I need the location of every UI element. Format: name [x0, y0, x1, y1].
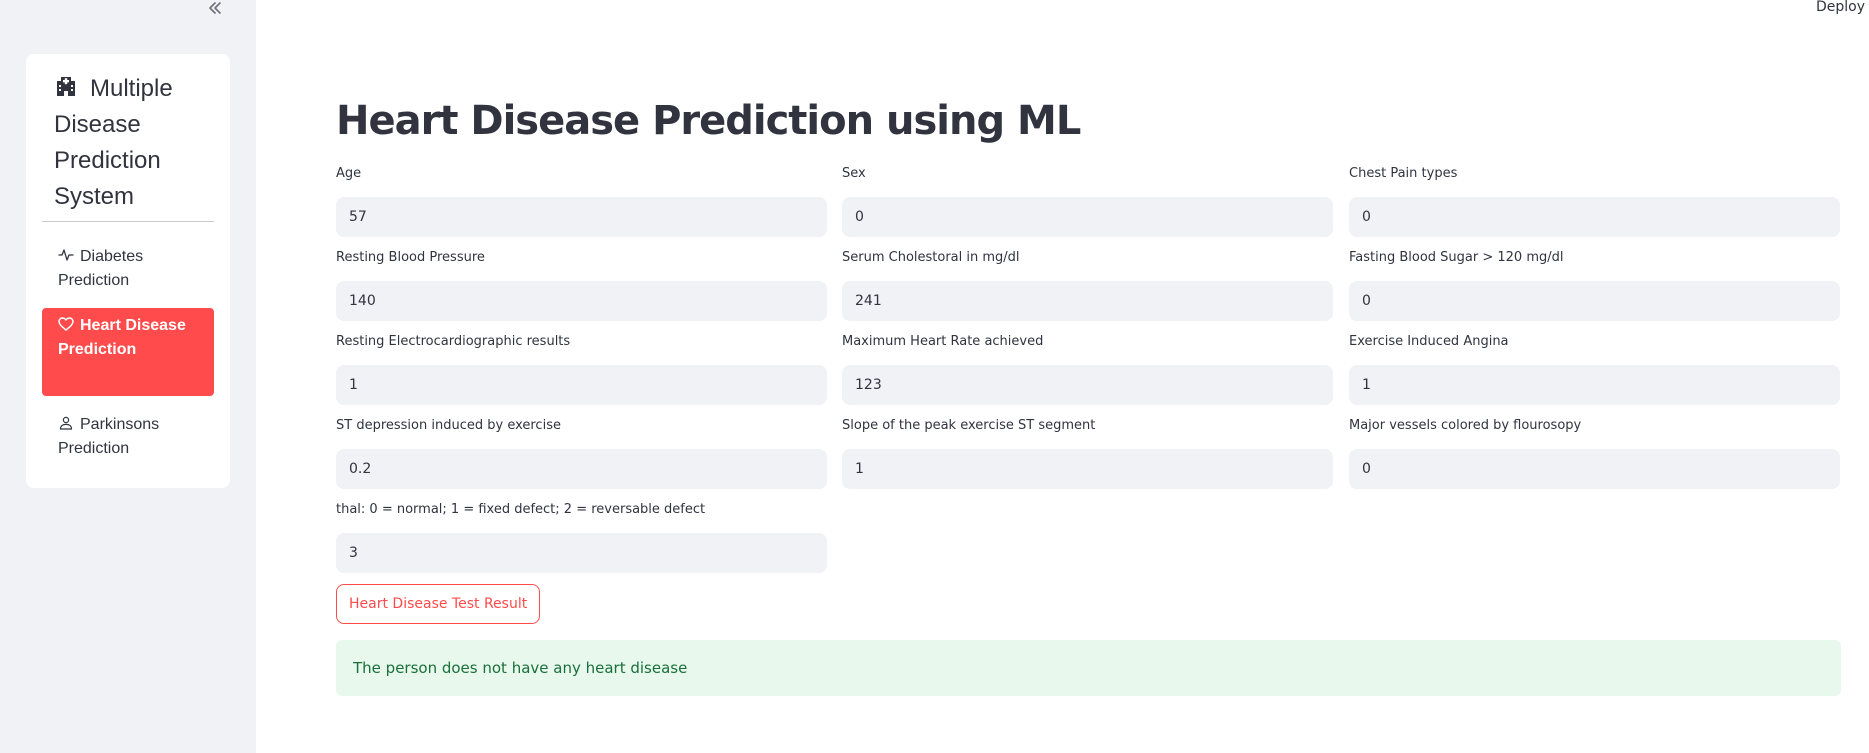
page-title: Heart Disease Prediction using ML [336, 98, 1081, 144]
field-sex: Sex [842, 165, 1333, 237]
deploy-button[interactable]: Deploy [1816, 0, 1865, 15]
field-label: Fasting Blood Sugar > 120 mg/dl [1349, 250, 1564, 265]
st-slope-input[interactable] [842, 449, 1333, 489]
cholesterol-input[interactable] [842, 281, 1333, 321]
st-depression-input[interactable] [336, 449, 827, 489]
double-chevron-left-icon [209, 2, 221, 14]
field-max-heart-rate: Maximum Heart Rate achieved [842, 333, 1333, 405]
field-chest-pain: Chest Pain types [1349, 165, 1840, 237]
sex-input[interactable] [842, 197, 1333, 237]
field-label: Resting Electrocardiographic results [336, 334, 571, 349]
sidebar-collapse-button[interactable] [204, 0, 226, 19]
field-label: Serum Cholestoral in mg/dl [842, 250, 1020, 265]
field-age: Age [336, 165, 827, 237]
age-input[interactable] [336, 197, 827, 237]
resting-bp-input[interactable] [336, 281, 827, 321]
heart-disease-test-result-button[interactable]: Heart Disease Test Result [336, 584, 541, 624]
field-label: Exercise Induced Angina [1349, 334, 1509, 349]
field-label: Maximum Heart Rate achieved [842, 334, 1044, 349]
menu-divider [42, 221, 214, 222]
field-major-vessels: Major vessels colored by flourosopy [1349, 417, 1840, 489]
menu-title: Multiple Disease Prediction System [54, 71, 214, 215]
chest-pain-input[interactable] [1349, 197, 1840, 237]
major-vessels-input[interactable] [1349, 449, 1840, 489]
person-icon [59, 416, 73, 430]
exercise-angina-input[interactable] [1349, 365, 1840, 405]
activity-icon [58, 249, 74, 261]
field-label: thal: 0 = normal; 1 = fixed defect; 2 = … [336, 502, 706, 517]
field-fasting-blood-sugar: Fasting Blood Sugar > 120 mg/dl [1349, 249, 1840, 321]
field-st-depression: ST depression induced by exercise [336, 417, 827, 489]
sidebar-item-parkinsons[interactable]: Parkinsons Prediction [42, 411, 214, 463]
fasting-blood-sugar-input[interactable] [1349, 281, 1840, 321]
field-cholesterol: Serum Cholestoral in mg/dl [842, 249, 1333, 321]
heart-icon [58, 317, 74, 331]
sidebar-item-diabetes[interactable]: Diabetes Prediction [42, 243, 214, 295]
hospital-icon [57, 77, 75, 96]
resting-ecg-input[interactable] [336, 365, 827, 405]
thal-input[interactable] [336, 533, 827, 573]
field-thal: thal: 0 = normal; 1 = fixed defect; 2 = … [336, 501, 827, 573]
option-menu: Multiple Disease Prediction System Diabe… [26, 54, 230, 488]
field-label: Sex [842, 166, 866, 181]
result-message: The person does not have any heart disea… [353, 659, 688, 677]
success-alert: The person does not have any heart disea… [336, 640, 1841, 696]
field-label: Age [336, 166, 362, 181]
sidebar-item-label: Heart Disease Prediction [58, 317, 186, 358]
sidebar-item-heart-disease[interactable]: Heart Disease Prediction [42, 308, 214, 396]
field-label: Major vessels colored by flourosopy [1349, 418, 1582, 433]
field-resting-bp: Resting Blood Pressure [336, 249, 827, 321]
field-resting-ecg: Resting Electrocardiographic results [336, 333, 827, 405]
sidebar: Multiple Disease Prediction System Diabe… [0, 0, 256, 753]
field-st-slope: Slope of the peak exercise ST segment [842, 417, 1333, 489]
field-exercise-angina: Exercise Induced Angina [1349, 333, 1840, 405]
field-label: Resting Blood Pressure [336, 250, 485, 265]
app-root: Multiple Disease Prediction System Diabe… [0, 0, 1869, 753]
max-heart-rate-input[interactable] [842, 365, 1333, 405]
field-label: Chest Pain types [1349, 166, 1458, 181]
field-label: ST depression induced by exercise [336, 418, 561, 433]
field-label: Slope of the peak exercise ST segment [842, 418, 1096, 433]
